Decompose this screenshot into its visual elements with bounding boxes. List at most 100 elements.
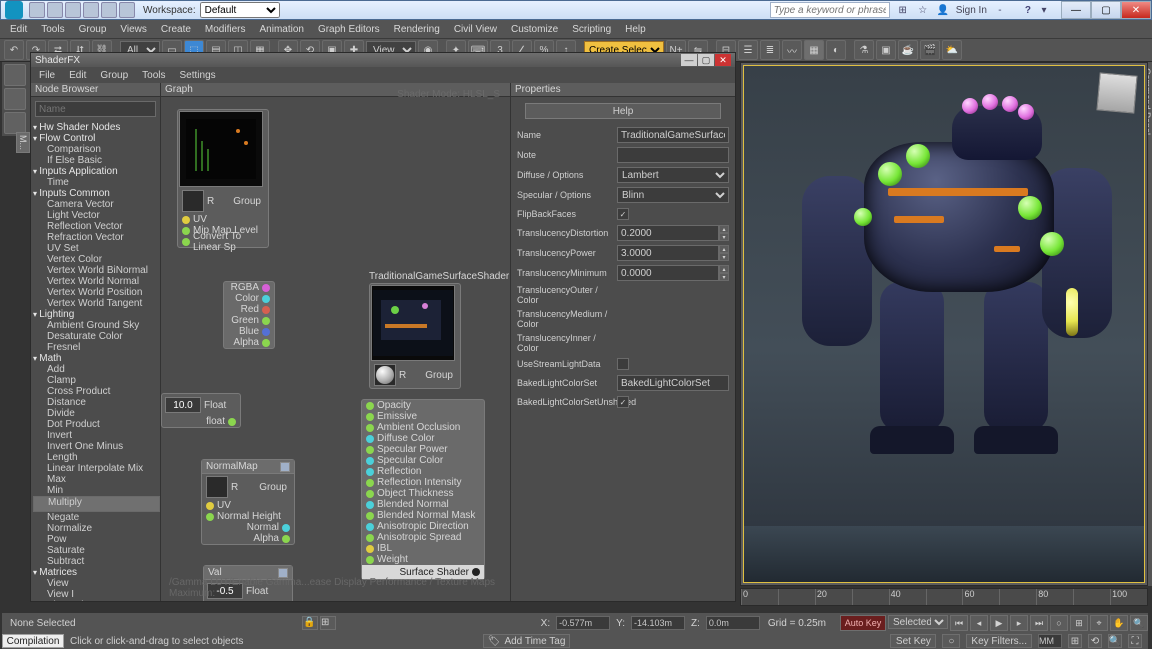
nb-item[interactable]: Dot Product [33,419,160,430]
nb-item[interactable]: Clamp [33,375,160,386]
nav-zoom-icon[interactable]: 🔍 [1108,634,1122,648]
sfx-menu-edit[interactable]: Edit [69,70,86,81]
nb-item[interactable]: Distance [33,397,160,408]
sfx-menu-tools[interactable]: Tools [142,70,165,81]
app-store-icon[interactable]: ⊞ [896,3,910,17]
port-blended-normal[interactable]: Blended Normal [362,499,484,510]
port-ibl[interactable]: IBL [362,543,484,554]
menu-create[interactable]: Create [161,24,191,35]
schematic-view-icon[interactable]: ▦ [804,40,824,60]
sfx-maximize-button[interactable]: ▢ [698,54,714,66]
port-ambient-occlusion[interactable]: Ambient Occlusion [362,422,484,433]
nb-category[interactable]: Matrices [33,567,160,578]
menu-rendering[interactable]: Rendering [394,24,440,35]
layer-explorer-icon[interactable]: ≣ [760,40,780,60]
time-display[interactable] [1038,634,1062,648]
menu-modifiers[interactable]: Modifiers [205,24,246,35]
nb-item[interactable]: Desaturate Color [33,331,160,342]
dock-slot-2[interactable] [4,88,26,110]
port-blended-normal-mask[interactable]: Blended Normal Mask [362,510,484,521]
group-toggle-icon[interactable] [278,568,288,578]
qat-link-icon[interactable] [119,2,135,18]
menu-graph-editors[interactable]: Graph Editors [318,24,380,35]
workspace-select[interactable]: Default [200,2,280,18]
nb-item[interactable]: Ambient Ground Sky [33,320,160,331]
nb-item[interactable]: Normalize [33,523,160,534]
nb-item[interactable]: Comparison [33,144,160,155]
nav-4-icon[interactable]: 🔍 [1130,615,1148,631]
nav-1-icon[interactable]: ⊞ [1070,615,1088,631]
nb-item[interactable]: Reflection Vector [33,221,160,232]
port-weight[interactable]: Weight [362,554,484,565]
prop-flip-checkbox[interactable]: ✓ [617,208,629,220]
qat-undo-icon[interactable] [83,2,99,18]
prop-note-input[interactable] [617,147,729,163]
nb-item[interactable]: Cross Product [33,386,160,397]
nb-category[interactable]: Flow Control [33,133,160,144]
render-icon[interactable]: ☕ [898,40,918,60]
left-tab-label[interactable]: M... [16,132,30,153]
nb-item[interactable]: Min [33,485,160,496]
float-value[interactable]: 10.0 [165,397,201,413]
nb-item[interactable]: Vertex World Position [33,287,160,298]
nb-item[interactable]: Invert One Minus [33,441,160,452]
menu-edit[interactable]: Edit [10,24,27,35]
search-input[interactable] [770,2,890,18]
render-frame-icon[interactable]: ▣ [876,40,896,60]
menu-views[interactable]: Views [120,24,147,35]
node-float-10[interactable]: 10.0 Float float [161,393,241,428]
add-time-tag-button[interactable]: 🏷 Add Time Tag [483,634,571,648]
qat-open-icon[interactable] [47,2,63,18]
spinner-up-icon[interactable]: ▴ [719,225,729,233]
nb-item[interactable]: Vertex World Normal [33,276,160,287]
port-anisotropic-spread[interactable]: Anisotropic Spread [362,532,484,543]
timeline[interactable]: 020406080100 [740,588,1148,606]
key-toggle-icon[interactable]: ○ [942,634,960,648]
nav-max-icon[interactable]: ⛶ [1128,634,1142,648]
prop-td-input[interactable] [617,225,719,241]
spinner-down-icon[interactable]: ▾ [719,233,729,241]
sfx-menu-group[interactable]: Group [100,70,128,81]
node-texture-group[interactable]: R Group UV Mip Map Level Convert To Line… [177,109,269,248]
prop-blu-checkbox[interactable]: ✓ [617,396,629,408]
nb-item[interactable]: Invert [33,430,160,441]
sign-in-link[interactable]: Sign In [956,5,987,16]
nb-item[interactable]: Max [33,474,160,485]
close-button[interactable]: ✕ [1121,1,1151,19]
port-reflection[interactable]: Reflection [362,466,484,477]
material-editor-icon[interactable]: ◐ [826,40,846,60]
menu-scripting[interactable]: Scripting [572,24,611,35]
nb-category[interactable]: Inputs Common [33,188,160,199]
nb-item[interactable]: Light Vector [33,210,160,221]
nb-item[interactable]: Saturate [33,545,160,556]
spinner-up-icon[interactable]: ▴ [719,265,729,273]
prop-diffuse-select[interactable]: Lambert [617,167,729,183]
minimize-button[interactable]: — [1061,1,1091,19]
nav-pan-icon[interactable]: ⊞ [1068,634,1082,648]
nb-item[interactable]: Divide [33,408,160,419]
render-setup-icon[interactable]: ⚗ [854,40,874,60]
selection-lock-icon[interactable]: ⊞ [320,616,336,630]
menu-help[interactable]: Help [625,24,646,35]
menu-civil-view[interactable]: Civil View [454,24,497,35]
nb-item[interactable]: Negate [33,512,160,523]
nb-category[interactable]: Hw Shader Nodes [33,122,160,133]
lock-icon[interactable]: 🔒 [302,616,318,630]
prop-tp-input[interactable] [617,245,719,261]
next-frame-icon[interactable]: ▸ [1010,615,1028,631]
spinner-up-icon[interactable]: ▴ [719,245,729,253]
coord-y-input[interactable] [631,616,685,630]
sfx-menu-settings[interactable]: Settings [180,70,216,81]
viewport[interactable] [740,62,1148,586]
autokey-button[interactable]: Auto Key [840,615,886,631]
nav-3-icon[interactable]: ✋ [1110,615,1128,631]
group-toggle-icon[interactable] [280,462,290,472]
goto-end-icon[interactable]: ⏭ [1030,615,1048,631]
qat-new-icon[interactable] [29,2,45,18]
port-reflection-intensity[interactable]: Reflection Intensity [362,477,484,488]
nb-item[interactable]: Camera Vector [33,199,160,210]
node-normalmap[interactable]: NormalMap RGroup UV Normal Height Normal… [201,459,295,545]
menu-group[interactable]: Group [79,24,107,35]
node-surface-shader[interactable]: RGroup [369,283,461,389]
prop-tm-input[interactable] [617,265,719,281]
